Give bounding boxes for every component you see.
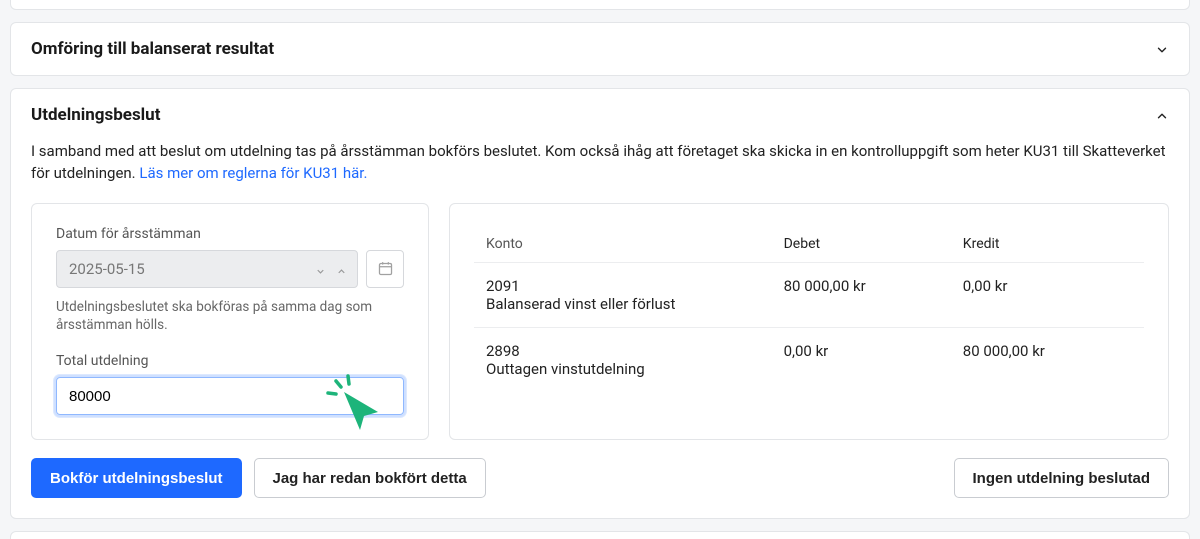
panel-omforing-title: Omföring till balanserat resultat xyxy=(31,39,274,59)
table-card: Konto Debet Kredit 2091 Balanserad vinst… xyxy=(449,203,1169,441)
panel-above xyxy=(10,0,1190,10)
col-konto: Konto xyxy=(486,236,774,252)
already-booked-button[interactable]: Jag har redan bokfört detta xyxy=(254,458,486,498)
panel-omforing: Omföring till balanserat resultat xyxy=(10,22,1190,76)
table-row: 2091 Balanserad vinst eller förlust 80 0… xyxy=(474,263,1144,328)
acct-name: Balanserad vinst eller förlust xyxy=(486,295,774,313)
acct-code: 2091 xyxy=(486,277,774,295)
date-picker[interactable]: 2025-05-15 xyxy=(56,250,358,288)
panel-below xyxy=(10,531,1190,539)
cell-debet: 0,00 kr xyxy=(784,342,953,360)
col-kredit: Kredit xyxy=(963,236,1132,252)
total-label: Total utdelning xyxy=(56,353,404,369)
total-input[interactable] xyxy=(56,377,404,415)
chevron-down-icon xyxy=(1155,42,1169,56)
date-label: Datum för årsstämman xyxy=(56,226,404,242)
panel-utdelning-header[interactable]: Utdelningsbeslut xyxy=(11,89,1189,141)
panel-utdelningsbeslut: Utdelningsbeslut I samband med att beslu… xyxy=(10,88,1190,519)
panel-description: I samband med att beslut om utdelning ta… xyxy=(31,141,1169,185)
chevron-up-icon xyxy=(336,263,347,274)
panel-utdelning-title: Utdelningsbeslut xyxy=(31,105,160,125)
no-dividend-button[interactable]: Ingen utdelning beslutad xyxy=(954,458,1170,498)
cell-debet: 80 000,00 kr xyxy=(784,277,953,295)
date-value: 2025-05-15 xyxy=(69,260,145,278)
date-hint: Utdelningsbeslutet ska bokföras på samma… xyxy=(56,298,404,336)
button-row: Bokför utdelningsbeslut Jag har redan bo… xyxy=(31,458,1169,498)
col-debet: Debet xyxy=(784,236,953,252)
ku31-link[interactable]: Läs mer om reglerna för KU31 här. xyxy=(139,164,367,182)
bokfor-button[interactable]: Bokför utdelningsbeslut xyxy=(31,458,242,498)
table-row: 2898 Outtagen vinstutdelning 0,00 kr 80 … xyxy=(474,328,1144,392)
cell-kredit: 0,00 kr xyxy=(963,277,1132,295)
acct-name: Outtagen vinstutdelning xyxy=(486,360,774,378)
cell-kredit: 80 000,00 kr xyxy=(963,342,1132,360)
calendar-button[interactable] xyxy=(366,250,404,288)
acct-code: 2898 xyxy=(486,342,774,360)
chevron-down-icon xyxy=(315,263,326,274)
form-card: Datum för årsstämman 2025-05-15 xyxy=(31,203,429,441)
table-header: Konto Debet Kredit xyxy=(474,226,1144,263)
chevron-up-icon xyxy=(1155,108,1169,122)
panel-omforing-header[interactable]: Omföring till balanserat resultat xyxy=(11,23,1189,75)
